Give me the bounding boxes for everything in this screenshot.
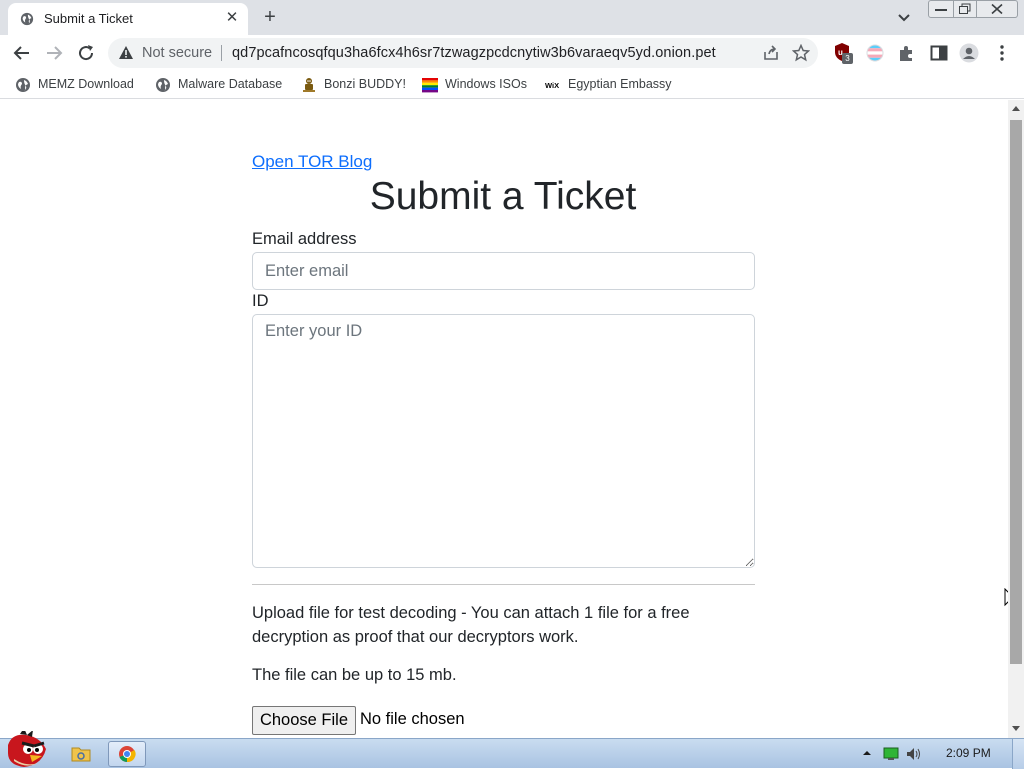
restore-icon	[959, 3, 971, 14]
minimize-icon	[935, 9, 947, 11]
network-icon[interactable]	[883, 747, 899, 761]
taskbar-clock[interactable]: 2:09 PM	[946, 746, 991, 760]
divider	[252, 584, 755, 585]
chevron-down-icon[interactable]	[895, 8, 913, 26]
address-separator	[221, 45, 222, 61]
browser-toolbar: Not secure qd7pcafncosqfqu3ha6fcx4h6sr7t…	[0, 35, 1024, 71]
warning-icon[interactable]	[118, 45, 134, 60]
scroll-up-arrow-icon[interactable]	[1012, 106, 1020, 111]
bookmark-label: MEMZ Download	[38, 77, 134, 91]
bookmark-star-icon[interactable]	[792, 44, 810, 62]
bonzi-icon	[303, 78, 315, 92]
bookmark-label: Bonzi BUDDY!	[324, 77, 406, 91]
menu-kebab-icon[interactable]	[992, 43, 1012, 63]
show-desktop-button[interactable]	[1012, 739, 1024, 769]
email-input[interactable]	[252, 252, 755, 290]
id-textarea[interactable]	[252, 314, 755, 568]
close-window-button[interactable]	[976, 0, 1018, 18]
email-label: Email address	[252, 230, 357, 248]
ublock-extension-button[interactable]: u 3	[834, 43, 854, 64]
scroll-down-arrow-icon[interactable]	[1012, 726, 1020, 731]
scrollbar-thumb[interactable]	[1010, 120, 1022, 664]
globe-icon	[20, 12, 34, 26]
svg-text:WiX: WiX	[545, 81, 559, 90]
trans-flag-extension-icon[interactable]	[865, 43, 885, 63]
bookmark-egyptian-embassy[interactable]: WiX Egyptian Embassy	[545, 76, 675, 94]
tab-strip: Submit a Ticket ✕ +	[0, 0, 1024, 35]
profile-avatar-icon[interactable]	[959, 43, 979, 63]
bookmark-label: Egyptian Embassy	[568, 77, 672, 91]
windows-taskbar: 2:09 PM	[0, 731, 1024, 769]
start-button-angry-bird-icon[interactable]	[2, 731, 50, 769]
new-tab-button[interactable]: +	[259, 6, 281, 28]
globe-icon	[156, 78, 170, 92]
tab-title: Submit a Ticket	[44, 11, 133, 26]
url-text[interactable]: qd7pcafncosqfqu3ha6fcx4h6sr7tzwagzpcdcny…	[232, 45, 716, 61]
bookmark-label: Malware Database	[178, 77, 283, 91]
taskbar-explorer-button[interactable]	[62, 741, 100, 767]
ublock-badge: 3	[842, 53, 853, 64]
page-viewport: Open TOR Blog Submit a Ticket Email addr…	[0, 100, 1008, 738]
bookmarks-bar: MEMZ Download Malware Database Bonzi BUD…	[0, 71, 1024, 99]
folder-icon	[71, 747, 91, 762]
reload-icon[interactable]	[74, 41, 98, 65]
upload-instructions: Upload file for test decoding - You can …	[252, 604, 690, 646]
side-panel-icon[interactable]	[929, 43, 949, 63]
page-scrollbar[interactable]	[1008, 100, 1024, 738]
tab-submit-ticket[interactable]: Submit a Ticket ✕	[8, 3, 248, 35]
taskbar-chrome-button[interactable]	[108, 741, 146, 767]
open-tor-blog-link[interactable]: Open TOR Blog	[252, 152, 372, 172]
security-label[interactable]: Not secure	[142, 45, 212, 61]
rainbow-flag-icon	[422, 78, 438, 93]
extensions-puzzle-icon[interactable]	[897, 43, 917, 63]
tab-close-icon[interactable]: ✕	[223, 9, 241, 27]
choose-file-button[interactable]: Choose File	[252, 706, 356, 735]
volume-icon[interactable]	[906, 747, 922, 761]
chrome-icon	[119, 746, 136, 763]
show-hidden-icons-arrow-icon[interactable]	[861, 747, 873, 759]
address-bar[interactable]: Not secure qd7pcafncosqfqu3ha6fcx4h6sr7t…	[108, 38, 818, 68]
page-title: Submit a Ticket	[369, 175, 637, 218]
bookmark-bonzi-buddy[interactable]: Bonzi BUDDY!	[301, 76, 409, 94]
minimize-button[interactable]	[928, 0, 954, 18]
bookmark-malware-database[interactable]: Malware Database	[155, 76, 287, 94]
globe-icon	[16, 78, 30, 92]
wix-icon: WiX	[545, 81, 559, 90]
bookmark-windows-isos[interactable]: Windows ISOs	[422, 76, 530, 94]
file-status-text: No file chosen	[360, 710, 465, 728]
share-icon[interactable]	[762, 44, 780, 62]
forward-arrow-icon[interactable]	[42, 41, 66, 65]
id-label: ID	[252, 292, 269, 310]
restore-button[interactable]	[953, 0, 977, 18]
close-icon	[991, 3, 1003, 15]
bookmark-memz-download[interactable]: MEMZ Download	[15, 76, 140, 94]
back-arrow-icon[interactable]	[10, 41, 34, 65]
bookmark-label: Windows ISOs	[445, 77, 527, 91]
file-size-note: The file can be up to 15 mb.	[252, 666, 457, 684]
